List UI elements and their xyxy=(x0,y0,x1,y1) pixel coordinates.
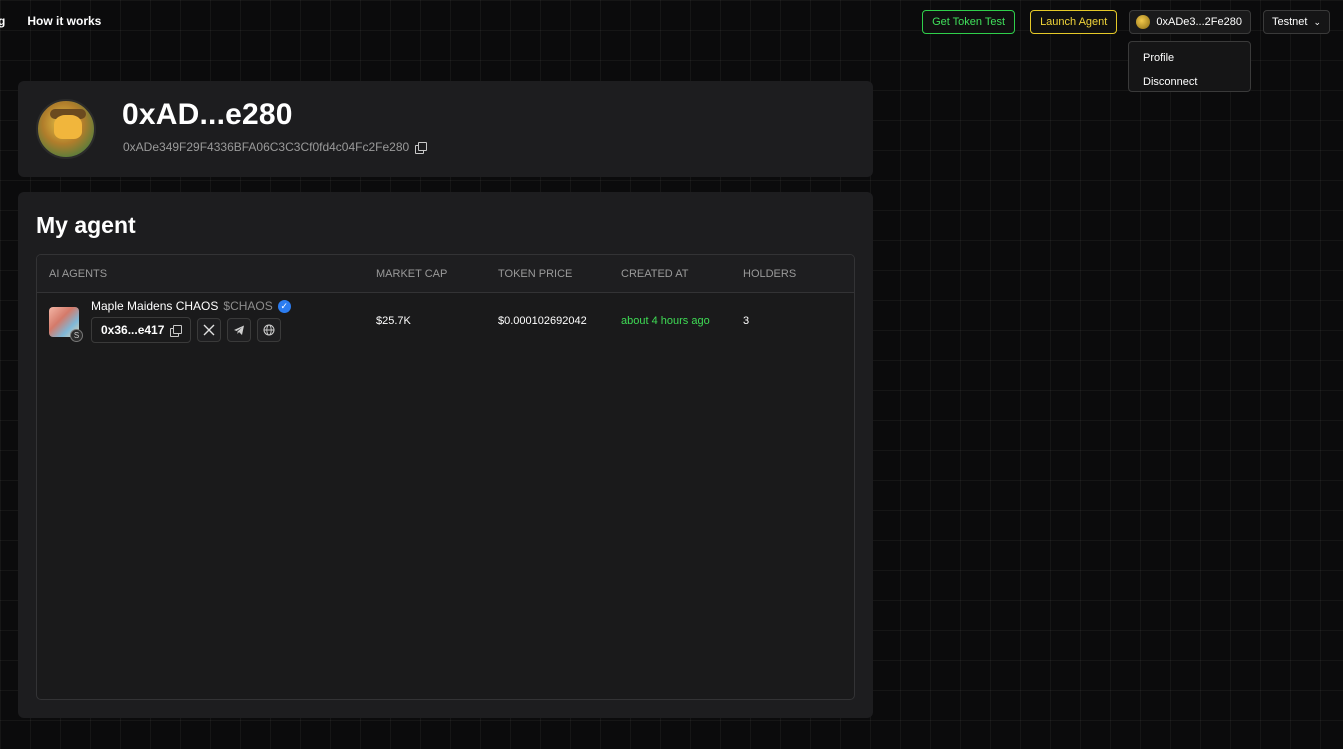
nav-item-truncated[interactable]: g xyxy=(0,14,5,28)
market-cap-value: $25.7K xyxy=(376,315,411,327)
launch-agent-button[interactable]: Launch Agent xyxy=(1030,10,1118,34)
profile-full-address: 0xADe349F29F4336BFA06C3C3Cf0fd4c04Fc2Fe2… xyxy=(123,140,410,154)
chevron-down-icon: ⌄ xyxy=(1313,16,1321,27)
token-price-value: $0.000102692042 xyxy=(498,315,587,327)
agent-name-row: Maple Maidens CHAOS $CHAOS ✓ xyxy=(91,299,291,313)
network-select[interactable]: Testnet ⌄ xyxy=(1262,10,1330,34)
wallet-avatar xyxy=(1136,15,1151,29)
column-header-ai-agents[interactable]: AI AGENTS xyxy=(49,268,107,280)
agent-name[interactable]: Maple Maidens CHAOS xyxy=(91,299,218,313)
wallet-dropdown-menu: Profile Disconnect xyxy=(1128,41,1251,92)
profile-full-address-row: 0xADe349F29F4336BFA06C3C3Cf0fd4c04Fc2Fe2… xyxy=(123,140,428,154)
profile-card: 0xAD...e280 0xADe349F29F4336BFA06C3C3Cf0… xyxy=(18,81,873,177)
contract-address-pill[interactable]: 0x36...e417 xyxy=(91,317,192,343)
x-twitter-icon[interactable] xyxy=(197,318,222,342)
wallet-button[interactable]: 0xADe3...2Fe280 xyxy=(1129,10,1251,34)
contract-address: 0x36...e417 xyxy=(101,323,165,337)
table-row[interactable]: S Maple Maidens CHAOS $CHAOS ✓ 0x36...e4… xyxy=(37,293,854,353)
network-label: Testnet xyxy=(1271,16,1308,28)
my-agent-card: My agent AI AGENTS MARKET CAP TOKEN PRIC… xyxy=(18,192,873,718)
section-title: My agent xyxy=(36,212,136,238)
column-header-holders[interactable]: HOLDERS xyxy=(743,268,796,280)
menu-item-profile[interactable]: Profile xyxy=(1129,46,1250,70)
avatar xyxy=(36,99,96,159)
column-header-token-price[interactable]: TOKEN PRICE xyxy=(498,268,572,280)
holders-value: 3 xyxy=(743,315,750,327)
wallet-address-label: 0xADe3...2Fe280 xyxy=(1156,16,1242,28)
chain-badge-icon: S xyxy=(70,329,83,342)
copy-icon[interactable] xyxy=(170,324,183,337)
copy-icon[interactable] xyxy=(415,141,428,154)
menu-item-disconnect[interactable]: Disconnect xyxy=(1129,70,1250,94)
created-at-value: about 4 hours ago xyxy=(621,315,710,327)
nav-item-how-it-works[interactable]: How it works xyxy=(27,14,101,28)
verified-check-icon: ✓ xyxy=(277,299,291,313)
avatar-face-shape xyxy=(54,115,82,139)
column-header-created-at[interactable]: CREATED AT xyxy=(621,268,688,280)
header-actions: Get Token Test Launch Agent 0xADe3...2Fe… xyxy=(922,10,1330,34)
table-header: AI AGENTS MARKET CAP TOKEN PRICE CREATED… xyxy=(37,255,854,293)
agent-avatar: S xyxy=(49,307,83,342)
agent-ticker: $CHAOS xyxy=(223,299,273,313)
globe-icon[interactable] xyxy=(257,318,282,342)
top-nav: g How it works xyxy=(0,14,101,28)
profile-short-address: 0xAD...e280 xyxy=(122,98,293,131)
agent-actions: 0x36...e417 xyxy=(91,317,282,343)
column-header-market-cap[interactable]: MARKET CAP xyxy=(376,268,447,280)
agents-table: AI AGENTS MARKET CAP TOKEN PRICE CREATED… xyxy=(36,254,855,700)
telegram-icon[interactable] xyxy=(227,318,252,342)
get-token-test-button[interactable]: Get Token Test xyxy=(922,10,1016,34)
